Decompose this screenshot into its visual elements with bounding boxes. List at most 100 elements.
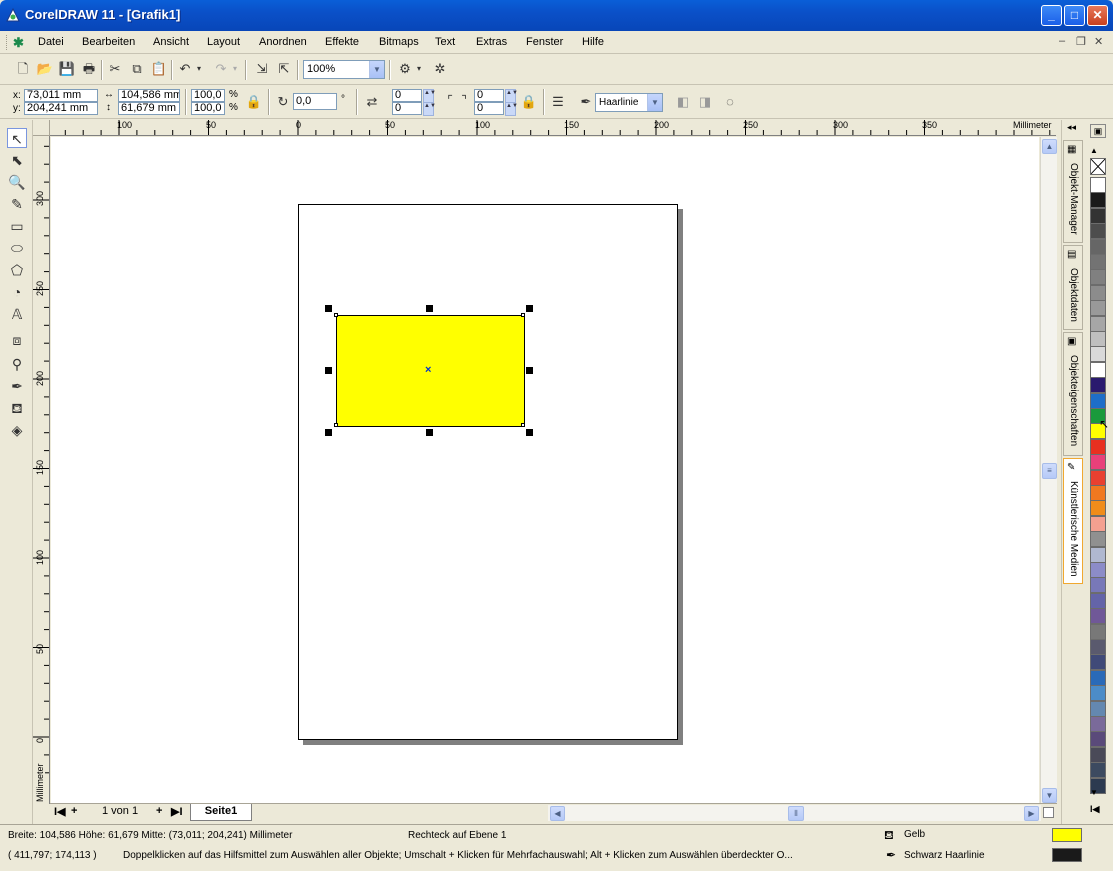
- selection-handle[interactable]: [325, 367, 332, 374]
- redo-icon[interactable]: ↷: [211, 59, 231, 79]
- menu-extras[interactable]: Extras: [476, 36, 507, 48]
- menu-datei[interactable]: Datei: [38, 36, 64, 48]
- interactive-blend-tool-icon[interactable]: ⧈: [7, 330, 27, 350]
- wrap-text-icon[interactable]: ☰: [548, 92, 568, 112]
- document-page[interactable]: [298, 204, 678, 740]
- ruler-corner-icon[interactable]: [33, 120, 50, 136]
- rectangle-node[interactable]: [521, 313, 525, 317]
- horizontal-scrollbar[interactable]: ◀ ⦀ ▶: [548, 805, 1041, 821]
- palette-swatch[interactable]: [1090, 361, 1106, 378]
- palette-swatch[interactable]: [1090, 284, 1106, 301]
- add-page-after-button[interactable]: +: [156, 805, 162, 817]
- copy-icon[interactable]: ⧉: [127, 59, 147, 79]
- mirror-icon[interactable]: ⇄: [362, 92, 382, 112]
- undo-icon[interactable]: ↶: [175, 59, 195, 79]
- scroll-down-icon[interactable]: ▼: [1042, 788, 1057, 803]
- palette-swatch[interactable]: [1090, 762, 1106, 779]
- fill-tool-icon[interactable]: ⛾: [7, 398, 27, 418]
- proportional-lock-icon[interactable]: 🔒: [244, 92, 264, 112]
- docker-tab-objekt-manager[interactable]: ▦ Objekt-Manager: [1063, 140, 1083, 243]
- corner-top-left-spinner[interactable]: ▲▼: [423, 89, 436, 103]
- no-color-swatch-icon[interactable]: [1090, 158, 1106, 175]
- docker-tab-kuenstlerische-medien[interactable]: ✎ Künstlerische Medien: [1063, 458, 1083, 584]
- print-icon[interactable]: 🖶: [79, 59, 99, 79]
- outline-tool-icon[interactable]: ✒: [7, 376, 27, 396]
- width-field[interactable]: 104,586 mm: [118, 89, 180, 102]
- palette-swatch[interactable]: [1090, 623, 1106, 640]
- page-tab-seite1[interactable]: Seite1: [190, 804, 252, 821]
- palette-menu-icon[interactable]: ▣: [1090, 124, 1106, 138]
- palette-swatch[interactable]: [1090, 700, 1106, 717]
- close-button[interactable]: ✕: [1087, 5, 1108, 26]
- basic-shapes-tool-icon[interactable]: ◔: [7, 282, 27, 302]
- palette-swatch[interactable]: [1090, 639, 1106, 655]
- palette-swatch[interactable]: [1090, 669, 1106, 686]
- palette-swatch[interactable]: [1090, 223, 1106, 240]
- save-icon[interactable]: 💾: [57, 59, 77, 79]
- palette-swatch[interactable]: [1090, 531, 1106, 548]
- palette-swatch[interactable]: [1090, 685, 1106, 702]
- palette-swatch[interactable]: [1090, 716, 1106, 732]
- palette-swatch[interactable]: [1090, 331, 1106, 347]
- to-front-icon[interactable]: ◧: [673, 92, 693, 112]
- palette-swatch[interactable]: [1090, 577, 1106, 594]
- palette-swatch[interactable]: [1090, 515, 1106, 532]
- scale-width-field[interactable]: 100,0: [191, 89, 225, 102]
- palette-scroll-up-icon[interactable]: ▲: [1090, 146, 1098, 155]
- palette-swatch[interactable]: [1090, 654, 1106, 671]
- convert-to-curves-icon[interactable]: ◌: [720, 92, 740, 112]
- mdi-minimize-button[interactable]: –: [1059, 35, 1065, 47]
- text-tool-icon[interactable]: 𝔸: [7, 304, 27, 324]
- polygon-tool-icon[interactable]: ⬠: [7, 260, 27, 280]
- menu-text[interactable]: Text: [435, 36, 455, 48]
- menu-effekte[interactable]: Effekte: [325, 36, 359, 48]
- corner-bottom-right-field[interactable]: 0: [474, 102, 504, 115]
- menu-ansicht[interactable]: Ansicht: [153, 36, 189, 48]
- scroll-left-icon[interactable]: ◀: [550, 806, 565, 821]
- corner-bottom-left-spinner[interactable]: ▲▼: [423, 102, 436, 116]
- zoom-combo[interactable]: 100% ▼: [303, 60, 385, 79]
- menu-fenster[interactable]: Fenster: [526, 36, 563, 48]
- docker-tab-objekteigenschaften[interactable]: ▣ Objekteigenschaften: [1063, 332, 1083, 456]
- palette-swatch[interactable]: [1090, 562, 1106, 578]
- corel-online-icon[interactable]: ✲: [430, 59, 450, 79]
- import-icon[interactable]: ⇲: [252, 59, 272, 79]
- add-page-before-button[interactable]: +: [71, 805, 77, 817]
- palette-swatch[interactable]: [1090, 269, 1106, 286]
- palette-scroll-down-icon[interactable]: ▼: [1090, 788, 1098, 797]
- application-launcher-icon[interactable]: ⚙: [395, 59, 415, 79]
- x-position-field[interactable]: 73,011 mm: [24, 89, 98, 102]
- vertical-scroll-thumb[interactable]: ≡: [1042, 463, 1057, 479]
- palette-swatch[interactable]: [1090, 500, 1106, 517]
- corner-top-right-field[interactable]: 0: [474, 89, 504, 102]
- corner-bottom-right-spinner[interactable]: ▲▼: [505, 102, 518, 116]
- round-corners-lock-icon[interactable]: 🔒: [519, 92, 539, 112]
- palette-swatch[interactable]: [1090, 254, 1106, 270]
- selection-handle[interactable]: [325, 429, 332, 436]
- coreldraw-app-icon[interactable]: [5, 7, 21, 23]
- minimize-button[interactable]: _: [1041, 5, 1062, 26]
- palette-swatch[interactable]: [1090, 469, 1106, 486]
- selection-handle[interactable]: [325, 305, 332, 312]
- mdi-close-button[interactable]: ✕: [1094, 35, 1103, 48]
- scroll-right-icon[interactable]: ▶: [1024, 806, 1039, 821]
- rectangle-node[interactable]: [521, 423, 525, 427]
- status-outline-swatch[interactable]: [1052, 848, 1082, 862]
- palette-swatch[interactable]: [1090, 438, 1106, 455]
- horizontal-ruler[interactable]: 100 50 0 50 100 150 200 250 300 350 Mill…: [50, 120, 1056, 136]
- palette-swatch[interactable]: [1090, 315, 1106, 332]
- menu-anordnen[interactable]: Anordnen: [259, 36, 307, 48]
- paste-icon[interactable]: 📋: [149, 59, 169, 79]
- palette-swatch[interactable]: [1090, 300, 1106, 317]
- palette-swatch[interactable]: [1090, 592, 1106, 609]
- palette-swatch[interactable]: [1090, 207, 1106, 224]
- freehand-tool-icon[interactable]: ✎: [7, 194, 27, 214]
- status-fill-swatch[interactable]: [1052, 828, 1082, 842]
- rectangle-node[interactable]: [334, 423, 338, 427]
- y-position-field[interactable]: 204,241 mm: [24, 102, 98, 115]
- corner-bottom-left-field[interactable]: 0: [392, 102, 422, 115]
- vertical-ruler[interactable]: 300 250 200 150 100 50 0 Millimeter: [33, 136, 50, 804]
- docker-collapse-icon[interactable]: ◂◂: [1067, 122, 1076, 133]
- new-document-icon[interactable]: 🗋: [13, 59, 33, 79]
- menu-bearbeiten[interactable]: Bearbeiten: [82, 36, 135, 48]
